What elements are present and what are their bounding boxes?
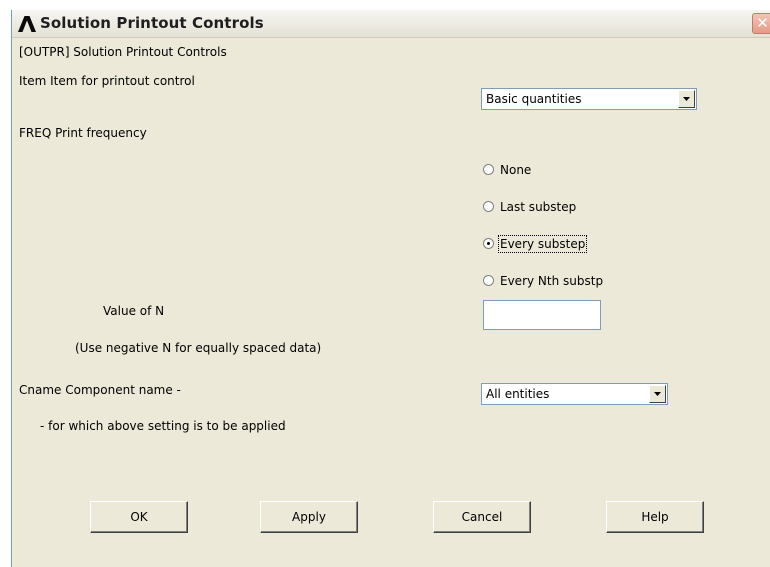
component-select-value: All entities	[486, 387, 550, 401]
value-of-n-label: Value of N	[103, 304, 165, 318]
radio-label: None	[500, 163, 532, 177]
radio-label: Every Nth substp	[500, 274, 604, 288]
ok-button[interactable]: OK	[90, 501, 188, 533]
ansys-logo-icon	[17, 14, 37, 34]
command-header: [OUTPR] Solution Printout Controls	[19, 45, 227, 59]
radio-button-selected[interactable]	[483, 238, 494, 249]
cname-hint: - for which above setting is to be appli…	[40, 419, 286, 433]
value-of-n-hint: (Use negative N for equally spaced data)	[75, 341, 322, 355]
freq-label: FREQ Print frequency	[19, 126, 147, 140]
radio-button[interactable]	[483, 164, 494, 175]
help-button[interactable]: Help	[606, 501, 704, 533]
radio-label: Every substep	[497, 235, 588, 253]
component-select[interactable]: All entities	[481, 383, 668, 405]
value-of-n-input[interactable]	[483, 300, 601, 330]
cancel-button[interactable]: Cancel	[433, 501, 531, 533]
chevron-down-icon[interactable]	[649, 385, 666, 403]
item-label: Item Item for printout control	[19, 74, 195, 88]
cname-label: Cname Component name -	[19, 383, 181, 397]
close-icon[interactable]: ✕	[752, 13, 770, 34]
radio-button[interactable]	[483, 201, 494, 212]
title-bar[interactable]: Solution Printout Controls ✕	[12, 10, 770, 38]
chevron-down-icon[interactable]	[678, 90, 695, 108]
window-title: Solution Printout Controls	[40, 14, 264, 32]
apply-button[interactable]: Apply	[260, 501, 358, 533]
radio-label: Last substep	[500, 200, 577, 214]
item-select[interactable]: Basic quantities	[481, 88, 697, 110]
solution-printout-dialog: Solution Printout Controls ✕ [OUTPR] Sol…	[11, 10, 770, 567]
radio-button[interactable]	[483, 275, 494, 286]
item-select-value: Basic quantities	[486, 92, 582, 106]
